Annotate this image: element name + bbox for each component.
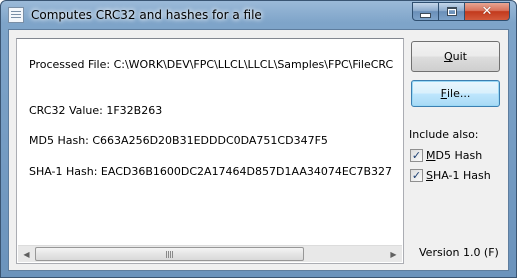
md5-hash-checkbox[interactable]: ✓	[410, 149, 423, 162]
sha1-hash-label: SHA-1 Hash	[426, 169, 491, 182]
close-icon: ✕	[481, 4, 493, 19]
maximize-button[interactable]	[439, 2, 465, 21]
minimize-icon	[420, 13, 431, 18]
file-label: ile...	[446, 87, 471, 100]
scroll-left-icon[interactable]: ◀	[18, 246, 35, 262]
include-also-label: Include also:	[409, 128, 479, 141]
horizontal-scrollbar[interactable]: ◀ ▶	[18, 245, 402, 262]
sha1-line: SHA-1 Hash: EACD36B1600DC2A17464D857D1AA…	[29, 165, 393, 178]
title-bar[interactable]: Computes CRC32 and hashes for a file ✕	[1, 1, 516, 29]
quit-label: uit	[452, 50, 467, 63]
results-memo[interactable]: Processed File: C:\WORK\DEV\FPC\LLCL\LLC…	[16, 38, 404, 264]
md5-line: MD5 Hash: C663A256D20B31EDDDC0DA751CD347…	[29, 134, 328, 147]
md5-accel: M	[426, 149, 436, 162]
crc32-line: CRC32 Value: 1F32B263	[29, 104, 163, 117]
window-title: Computes CRC32 and hashes for a file	[31, 8, 262, 22]
quit-button[interactable]: Quit	[411, 41, 500, 72]
version-label: Version 1.0 (F)	[419, 246, 499, 259]
app-window: Computes CRC32 and hashes for a file ✕ P…	[0, 0, 517, 278]
quit-accel: Q	[443, 50, 453, 63]
client-area: Processed File: C:\WORK\DEV\FPC\LLCL\LLC…	[8, 29, 509, 271]
md5-hash-checkbox-row[interactable]: ✓ MD5 Hash	[410, 149, 482, 162]
sha1-accel: S	[426, 169, 433, 182]
scrollbar-thumb[interactable]	[35, 247, 304, 261]
processed-file-line: Processed File: C:\WORK\DEV\FPC\LLCL\LLC…	[29, 58, 394, 71]
md5-label-rest: D5 Hash	[435, 149, 483, 162]
sha1-hash-checkbox-row[interactable]: ✓ SHA-1 Hash	[410, 169, 491, 182]
minimize-button[interactable]	[412, 2, 439, 21]
maximize-icon	[446, 7, 457, 16]
sha1-hash-checkbox[interactable]: ✓	[410, 169, 423, 182]
grip-icon	[165, 251, 174, 258]
md5-hash-label: MD5 Hash	[426, 149, 482, 162]
caption-buttons: ✕	[412, 2, 510, 21]
sha1-label-rest: HA-1 Hash	[432, 169, 491, 182]
scroll-right-icon[interactable]: ▶	[385, 246, 402, 262]
close-button[interactable]: ✕	[465, 2, 510, 21]
application-window-icon[interactable]	[8, 7, 24, 23]
file-button[interactable]: File...	[411, 80, 500, 107]
